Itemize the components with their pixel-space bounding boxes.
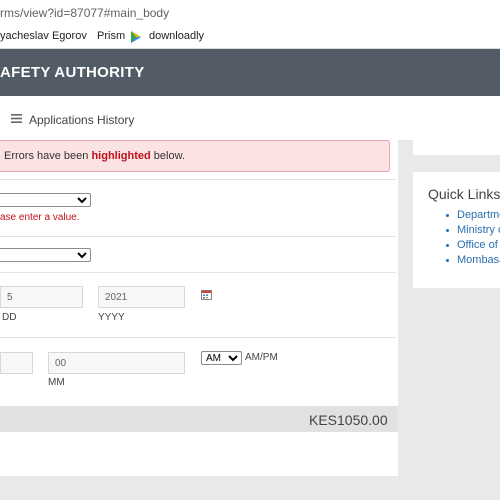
field-error-message: ase enter a value. xyxy=(0,212,80,223)
ampm-select[interactable]: AM xyxy=(201,351,242,365)
divider xyxy=(0,236,396,237)
url-text[interactable]: rms/view?id=87077#main_body xyxy=(0,6,169,20)
menu-list-icon xyxy=(11,114,22,123)
quick-links-title: Quick Links xyxy=(428,186,500,202)
ampm-label: AM/PM xyxy=(245,352,278,363)
alert-highlight: highlighted xyxy=(91,150,151,162)
date-year-input[interactable] xyxy=(98,286,185,308)
date-day-input[interactable] xyxy=(0,286,83,308)
field-select-1[interactable] xyxy=(0,193,91,207)
time-minute-input[interactable] xyxy=(48,352,185,374)
bookmark-user[interactable]: yacheslav Egorov xyxy=(0,30,87,42)
sidebar-card xyxy=(413,140,500,155)
divider xyxy=(0,337,396,338)
prism-logo-icon xyxy=(131,31,141,43)
error-alert-text: Errors have been highlighted below. xyxy=(4,150,185,162)
quick-links-list: Departme Ministry o Office of Mombasa xyxy=(446,208,500,268)
divider xyxy=(0,272,396,273)
bookmark-downloadly[interactable]: downloadly xyxy=(149,30,204,42)
calendar-icon[interactable] xyxy=(201,290,212,300)
nav-applications-history[interactable]: Applications History xyxy=(29,113,134,127)
time-hour-input[interactable] xyxy=(0,352,33,374)
divider xyxy=(0,179,396,180)
date-day-label: DD xyxy=(2,312,17,323)
time-minute-label: MM xyxy=(48,377,65,388)
quick-link[interactable]: Office of xyxy=(446,238,500,253)
quick-link[interactable]: Ministry o xyxy=(446,223,500,238)
site-title[interactable]: AFETY AUTHORITY xyxy=(0,64,145,81)
field-select-2[interactable] xyxy=(0,248,91,262)
bookmark-prism[interactable]: Prism xyxy=(97,30,125,42)
quick-link[interactable]: Mombasa xyxy=(446,253,500,268)
total-amount: KES1050.00 xyxy=(309,412,388,428)
quick-link[interactable]: Departme xyxy=(446,208,500,223)
date-year-label: YYYY xyxy=(98,312,125,323)
